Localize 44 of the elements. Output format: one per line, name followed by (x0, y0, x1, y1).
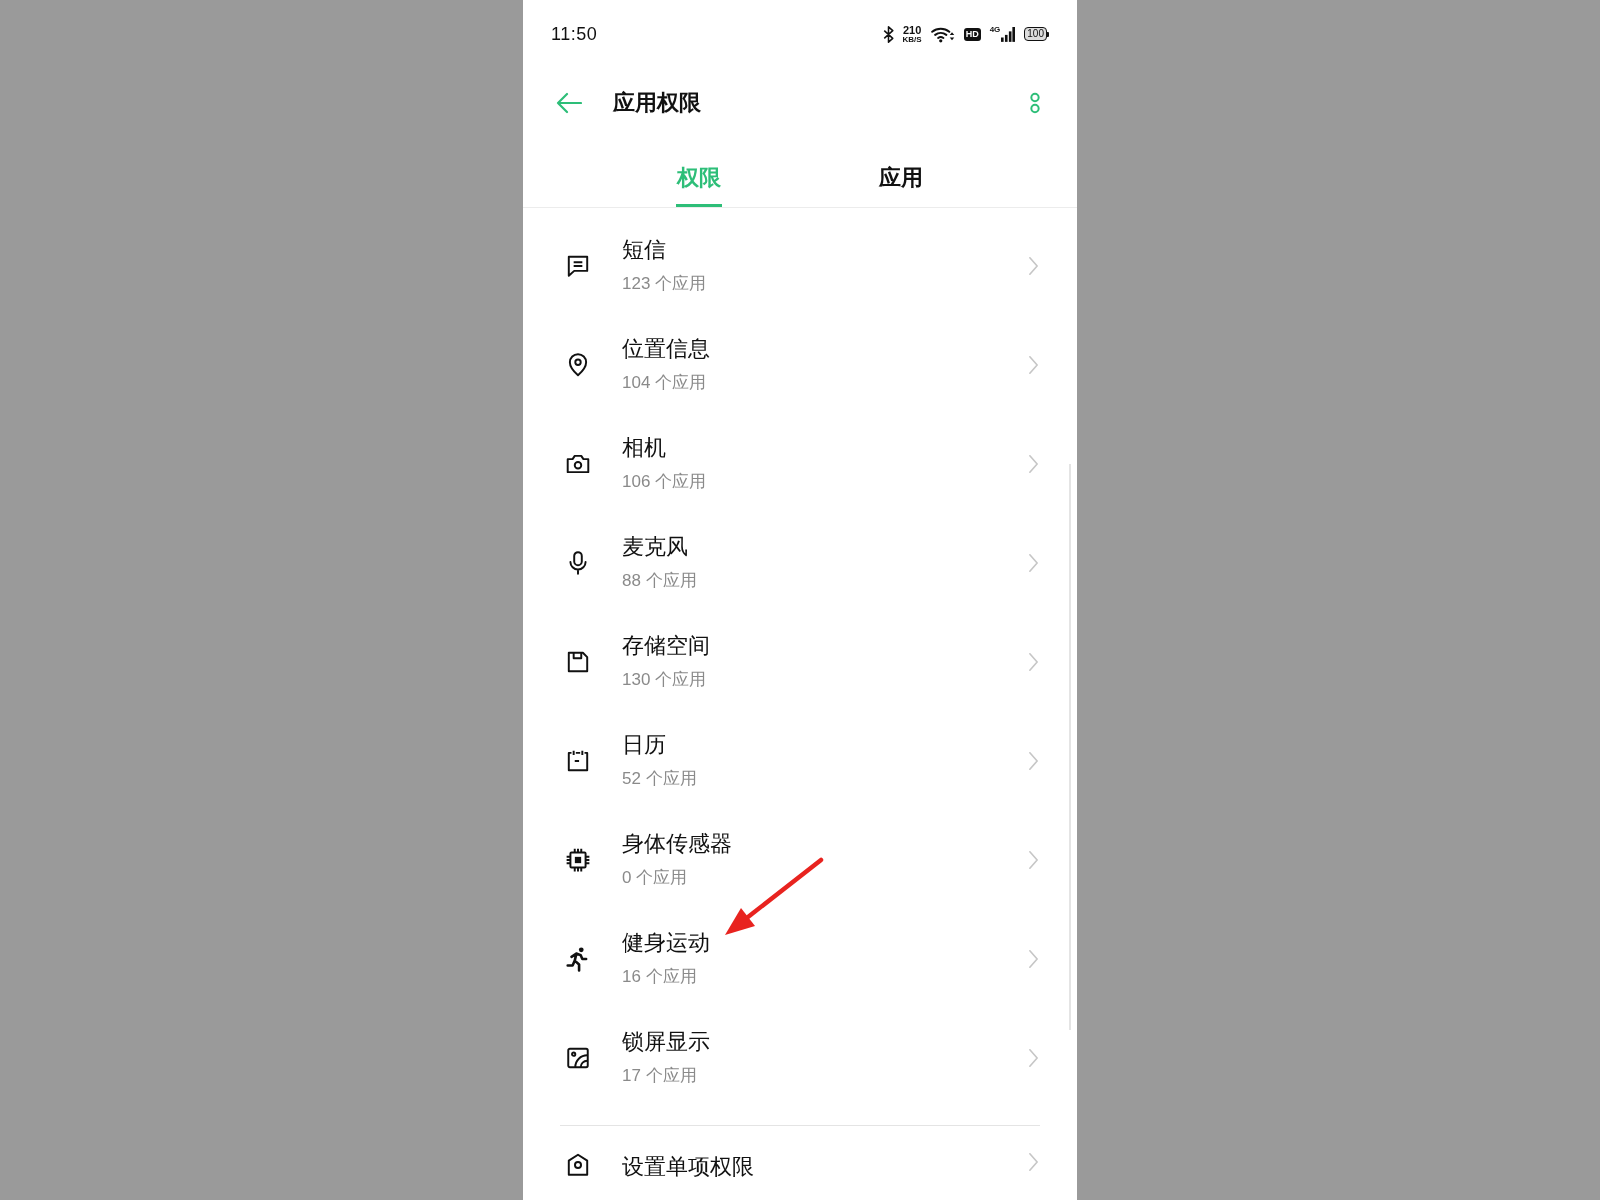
page-title: 应用权限 (613, 89, 701, 117)
status-time: 11:50 (551, 23, 598, 45)
permission-title: 设置单项权限 (622, 1153, 754, 1181)
chip-icon (565, 846, 591, 873)
permission-title: 短信 (622, 236, 666, 264)
chevron-right-icon[interactable] (1028, 354, 1039, 375)
more-options-icon[interactable] (1029, 92, 1041, 114)
permission-title: 健身运动 (622, 928, 710, 958)
chevron-right-icon[interactable] (1028, 750, 1039, 771)
hd-indicator: HD (963, 27, 981, 41)
battery-indicator: 100 (1024, 27, 1049, 41)
house-outline-icon (565, 1152, 591, 1178)
network-speed: 210 (902, 24, 922, 36)
chevron-right-icon[interactable] (1028, 651, 1039, 672)
app-count: 16 个应用 (622, 966, 697, 988)
chevron-right-icon[interactable] (1028, 453, 1039, 474)
permission-title: 麦克风 (622, 533, 688, 561)
network-type: 4G (989, 26, 1001, 34)
app-count: 52 个应用 (622, 768, 697, 790)
permission-title: 锁屏显示 (622, 1028, 710, 1056)
chevron-right-icon[interactable] (1028, 1152, 1039, 1172)
app-count: 17 个应用 (622, 1065, 697, 1087)
signal-bars-icon (1001, 26, 1016, 42)
app-count: 88 个应用 (622, 570, 697, 592)
permission-title: 位置信息 (622, 335, 710, 363)
permission-title: 身体传感器 (622, 830, 732, 858)
bluetooth-icon (882, 25, 894, 43)
speed-unit: KB/S (902, 35, 922, 44)
chevron-right-icon[interactable] (1028, 948, 1039, 969)
tab[interactable]: 应用 (878, 138, 924, 207)
app-count: 130 个应用 (622, 669, 707, 691)
app-count: 106 个应用 (622, 471, 707, 493)
chevron-right-icon[interactable] (1028, 255, 1039, 276)
permission-title: 存储空间 (622, 632, 710, 660)
back-arrow-icon[interactable] (556, 92, 582, 114)
app-count: 104 个应用 (622, 372, 707, 394)
app-count: 0 个应用 (622, 867, 688, 889)
chevron-right-icon[interactable] (1028, 552, 1039, 573)
permission-title: 相机 (622, 434, 666, 462)
wifi-icon (930, 25, 955, 43)
chevron-right-icon[interactable] (1028, 1047, 1039, 1068)
app-count: 123 个应用 (622, 273, 707, 295)
chevron-right-icon[interactable] (1028, 849, 1039, 870)
permission-title: 日历 (622, 731, 666, 759)
